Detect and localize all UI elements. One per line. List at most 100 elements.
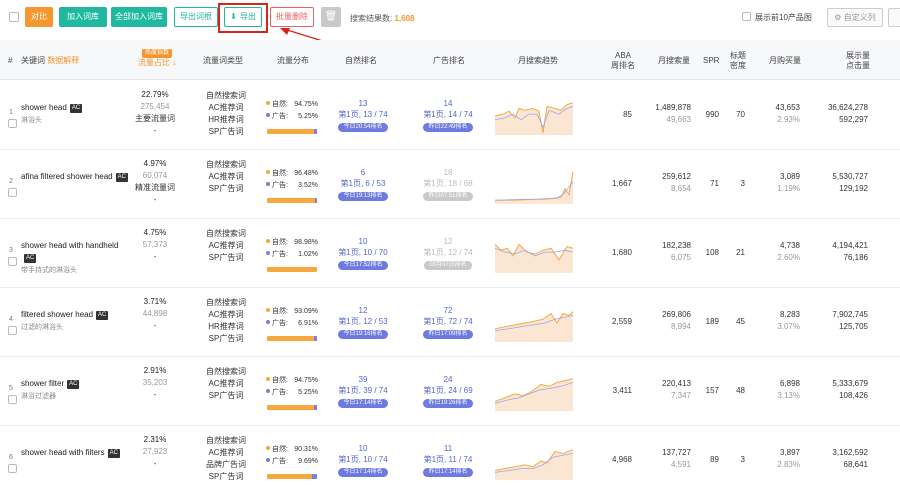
header-monthly-sales[interactable]: 月购买量 — [769, 56, 801, 66]
natural-rank-cell[interactable]: 10 第1页, 10 / 74 今日17:14排名 — [328, 443, 398, 477]
compare-button[interactable]: 对比 — [25, 7, 53, 27]
table-row[interactable]: 1 shower head AC 淋浴头 22.79% 275,454 主要流量词… — [0, 81, 900, 150]
trash-icon: 🗑 — [324, 11, 338, 22]
ad-dot-icon — [266, 251, 270, 255]
weekly-search-volume: 7,347 — [670, 391, 691, 400]
result-label: 搜索结果数: — [350, 14, 393, 23]
weekly-search-volume: 49,663 — [666, 115, 691, 124]
select-all-checkbox[interactable] — [9, 12, 19, 22]
header-title-density[interactable]: 标题 密度 — [728, 51, 748, 71]
side-panel-toggle[interactable] — [888, 8, 900, 27]
keyword-text[interactable]: shower head with handheld — [21, 241, 118, 250]
ad-rank-cell[interactable]: 72 第1页, 72 / 74 昨日17:09排名 — [413, 305, 483, 339]
natural-share: 93.09% — [294, 308, 318, 315]
custom-columns-button[interactable]: ⚙ 自定义列 — [827, 8, 883, 27]
header-keyword-label: 关键词 — [21, 56, 45, 65]
monthly-trend-chart[interactable] — [495, 235, 575, 273]
header-ratio[interactable]: 热度指数 流量占比 ↓ — [137, 47, 177, 68]
keyword-text[interactable]: shower filter — [21, 379, 64, 388]
natural-rank-time[interactable]: 今日20:54排名 — [338, 123, 388, 132]
ad-rank-time[interactable]: 昨日19:26排名 — [423, 399, 473, 408]
keyword-cell[interactable]: shower head AC 淋浴头 — [21, 102, 131, 127]
monthly-trend-chart[interactable] — [495, 166, 575, 204]
show-top10-checkbox[interactable] — [742, 12, 751, 21]
ad-rank-time[interactable]: 昨日17:09排名 — [423, 330, 473, 339]
table-row[interactable]: 5 shower filter AC 淋浴过滤器 2.91% 35,203 - 自… — [0, 357, 900, 426]
ad-rank-cell[interactable]: 11 第1页, 11 / 74 昨日17:14排名 — [413, 443, 483, 477]
natural-rank-time[interactable]: 今日17:52排名 — [338, 261, 388, 270]
keyword-cell[interactable]: filtered shower head AC 过滤的淋浴头 — [21, 309, 131, 334]
add-to-library-button[interactable]: 加入词库 — [59, 7, 107, 27]
monthly-trend-chart[interactable] — [495, 373, 575, 411]
natural-label: 自然: — [272, 377, 288, 384]
monthly-search-volume: 1,489,878 — [655, 103, 691, 112]
row-checkbox[interactable] — [8, 188, 17, 197]
monthly-trend-chart[interactable] — [495, 97, 575, 135]
distribution-bar — [267, 267, 317, 272]
monthly-trend-chart[interactable] — [495, 304, 575, 342]
clicks: 592,297 — [839, 115, 868, 124]
header-spr[interactable]: SPR — [703, 56, 719, 66]
traffic-distribution: 自然: 94.75% 广告: 5.25% — [266, 375, 322, 410]
ad-rank-cell[interactable]: 18 第1页, 18 / 68 昨日07:51排名 — [413, 167, 483, 201]
header-impressions[interactable]: 展示量 点击量 — [843, 51, 873, 71]
ac-badge: AC — [67, 380, 80, 389]
clicks: 76,186 — [843, 253, 868, 262]
ad-rank-time[interactable]: 03月07日排名 — [424, 261, 472, 270]
header-keyword[interactable]: 关键词 数据解释 — [21, 56, 79, 66]
result-number: 1,608 — [394, 14, 415, 23]
natural-rank-time[interactable]: 今日17:14排名 — [338, 468, 388, 477]
natural-rank-cell[interactable]: 12 第1页, 12 / 53 今日19:16排名 — [328, 305, 398, 339]
traffic-tag: 精准流量词 — [135, 183, 175, 192]
row-checkbox[interactable] — [8, 326, 17, 335]
add-all-to-library-button[interactable]: 全部加入词库 — [111, 7, 167, 27]
table-row[interactable]: 2 afina filtered shower head AC 4.97% 60,… — [0, 150, 900, 219]
header-msv[interactable]: 月搜索量 — [658, 56, 690, 66]
conversion-rate: 2.83% — [777, 460, 800, 469]
natural-rank-cell[interactable]: 6 第1页, 6 / 53 今日19:13排名 — [328, 167, 398, 201]
ad-rank-cell[interactable]: 24 第1页, 24 / 69 昨日19:26排名 — [413, 374, 483, 408]
traffic-distribution: 自然: 93.09% 广告: 6.91% — [266, 306, 322, 341]
ad-rank-time[interactable]: 昨日22:49排名 — [423, 123, 473, 132]
natural-rank-time[interactable]: 今日17:14排名 — [338, 399, 388, 408]
row-checkbox[interactable] — [8, 395, 17, 404]
natural-rank-cell[interactable]: 39 第1页, 39 / 74 今日17:14排名 — [328, 374, 398, 408]
row-checkbox[interactable] — [8, 464, 17, 473]
keyword-cell[interactable]: shower head with handheld AC 带手持式的淋浴头 — [21, 240, 131, 277]
row-checkbox[interactable] — [8, 257, 17, 266]
ad-rank-time[interactable]: 昨日17:14排名 — [423, 468, 473, 477]
table-row[interactable]: 3 shower head with handheld AC 带手持式的淋浴头 4… — [0, 219, 900, 288]
header-keyword-help[interactable]: 数据解释 — [47, 56, 79, 65]
spr-value: 108 — [705, 248, 719, 257]
ad-share: 3.52% — [298, 182, 318, 189]
keyword-cell[interactable]: afina filtered shower head AC — [21, 171, 131, 183]
natural-rank-page: 第1页, 10 / 70 — [338, 248, 388, 257]
row-checkbox[interactable] — [8, 119, 17, 128]
ad-rank-cell[interactable]: 14 第1页, 14 / 74 昨日22:49排名 — [413, 98, 483, 132]
keyword-text[interactable]: afina filtered shower head — [21, 172, 113, 181]
natural-rank-cell[interactable]: 10 第1页, 10 / 70 今日17:52排名 — [328, 236, 398, 270]
natural-rank-cell[interactable]: 13 第1页, 13 / 74 今日20:54排名 — [328, 98, 398, 132]
ad-rank-cell[interactable]: 12 第1页, 12 / 74 03月07日排名 — [413, 236, 483, 270]
ad-rank-time[interactable]: 昨日07:51排名 — [423, 192, 473, 201]
monthly-trend-chart[interactable] — [495, 442, 575, 480]
toolbar: 对比 加入词库 全部加入词库 导出词根 ⬇ 导出 批量删除 🗑 搜索结果数: 1,… — [0, 0, 900, 53]
natural-rank-time[interactable]: 今日19:13排名 — [338, 192, 388, 201]
keyword-cell[interactable]: shower filter AC 淋浴过滤器 — [21, 378, 131, 403]
natural-rank-time[interactable]: 今日19:16排名 — [338, 330, 388, 339]
keyword-cell[interactable]: shower head with filters AC — [21, 447, 131, 459]
natural-rank: 10 — [358, 237, 368, 246]
header-aba[interactable]: ABA 周排名 — [608, 51, 638, 71]
export-root-button[interactable]: 导出词根 — [174, 7, 218, 27]
keyword-text[interactable]: filtered shower head — [21, 310, 93, 319]
keyword-text[interactable]: shower head with filters — [21, 448, 105, 457]
keyword-type-tag: SP广告词 — [208, 253, 244, 262]
show-top10-toggle[interactable]: 展示前10产品图 — [742, 12, 812, 23]
natural-share: 94.75% — [294, 377, 318, 384]
table-row[interactable]: 6 shower head with filters AC 2.31% 27,92… — [0, 426, 900, 487]
distribution-bar — [267, 336, 317, 341]
aba-rank: 2,559 — [611, 317, 632, 326]
table-row[interactable]: 4 filtered shower head AC 过滤的淋浴头 3.71% 44… — [0, 288, 900, 357]
keyword-text[interactable]: shower head — [21, 103, 67, 112]
impressions: 5,333,679 — [832, 379, 868, 388]
